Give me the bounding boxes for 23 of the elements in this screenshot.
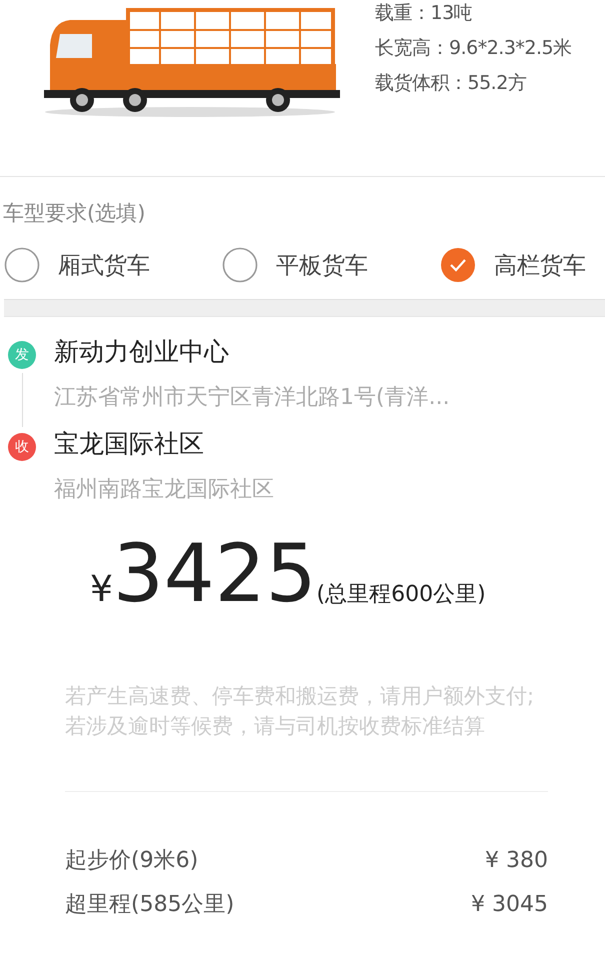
radio-button[interactable] <box>222 247 258 283</box>
stop-badge: 发 <box>8 341 36 369</box>
stop-badge: 收 <box>8 433 36 461</box>
spec-text: 载重：13吨 <box>375 1 474 26</box>
spec-text: 载货体积：55.2方 <box>375 71 528 96</box>
fee-label: 起步价(9米6) <box>65 847 198 875</box>
option-label: 高栏货车 <box>494 252 586 280</box>
radio-button[interactable] <box>440 247 476 283</box>
place-name: 新动力创业中心 <box>54 336 230 368</box>
spec-text: 长宽高：9.6*2.3*2.5米 <box>375 36 572 61</box>
total-distance: (总里程600公里) <box>316 581 486 609</box>
place-name: 宝龙国际社区 <box>54 428 205 460</box>
place-address: 江苏省常州市天宁区青洋北路1号(青洋... <box>54 384 450 412</box>
option-label: 厢式货车 <box>58 252 150 280</box>
price-amount: 3425 <box>112 529 316 619</box>
fee-label: 超里程(585公里) <box>65 891 234 919</box>
fee-value: ¥ 3045 <box>471 891 548 919</box>
fee-value: ¥ 380 <box>485 847 548 875</box>
radio-button[interactable] <box>4 247 40 283</box>
option-label: 平板货车 <box>276 252 368 280</box>
place-address: 福州南路宝龙国际社区 <box>54 476 274 504</box>
section-title: 车型要求(选填) <box>3 200 146 227</box>
currency-symbol: ¥ <box>90 569 113 610</box>
